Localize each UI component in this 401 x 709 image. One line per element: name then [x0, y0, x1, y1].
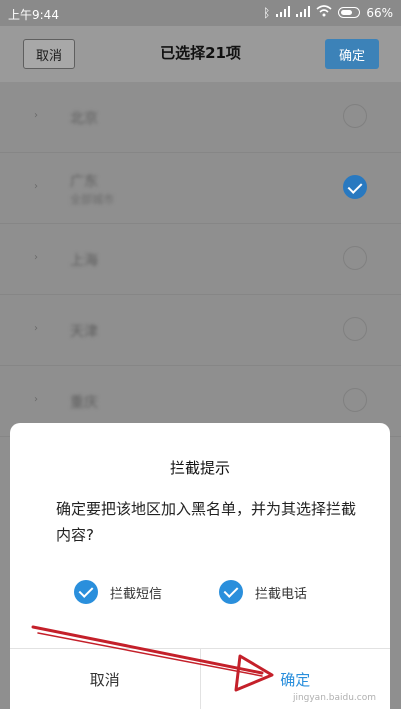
annotation-arrow	[31, 625, 274, 692]
